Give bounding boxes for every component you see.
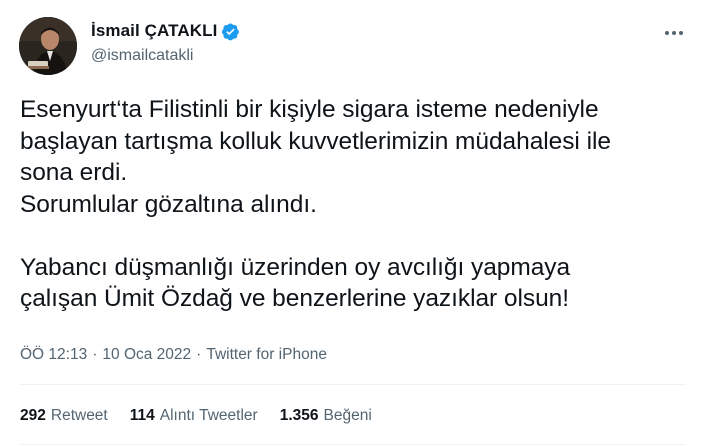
quotes-count: 114 xyxy=(129,407,155,424)
likes-count: 1.356 xyxy=(279,407,319,424)
divider xyxy=(20,384,686,385)
more-options-icon[interactable] xyxy=(662,24,686,42)
likes-stat[interactable]: 1.356 Beğeni xyxy=(280,407,372,425)
tweet-stats: 292 Retweet 114 Alıntı Tweetler 1.356 Be… xyxy=(20,407,394,425)
quotes-stat[interactable]: 114 Alıntı Tweetler xyxy=(130,407,258,425)
meta-separator: · xyxy=(196,346,202,363)
avatar-image xyxy=(19,17,77,75)
retweets-count: 292 xyxy=(20,407,46,424)
likes-label: Beğeni xyxy=(323,407,372,424)
tweet-text: Esenyurt‘ta Filistinli bir kişiyle sigar… xyxy=(20,96,611,312)
retweets-stat[interactable]: 292 Retweet xyxy=(20,407,108,425)
display-name[interactable]: İsmail ÇATAKLI xyxy=(91,21,217,41)
tweet-time[interactable]: ÖÖ 12:13 xyxy=(20,346,87,364)
tweet-date[interactable]: 10 Oca 2022 xyxy=(102,346,191,364)
author-name-row[interactable]: İsmail ÇATAKLI xyxy=(91,21,240,41)
quotes-label: Alıntı Tweetler xyxy=(159,407,258,424)
meta-separator: · xyxy=(92,346,98,363)
tweet-card: İsmail ÇATAKLI @ismailcatakli Esenyurt‘t… xyxy=(0,0,706,447)
retweets-label: Retweet xyxy=(50,407,108,424)
divider xyxy=(20,444,686,445)
verified-badge-icon xyxy=(221,22,240,41)
avatar[interactable] xyxy=(19,17,77,75)
tweet-source[interactable]: Twitter for iPhone xyxy=(206,346,327,364)
author-handle[interactable]: @ismailcatakli xyxy=(91,47,193,65)
tweet-meta: ÖÖ 12:13 · 10 Oca 2022 · Twitter for iPh… xyxy=(20,346,327,364)
